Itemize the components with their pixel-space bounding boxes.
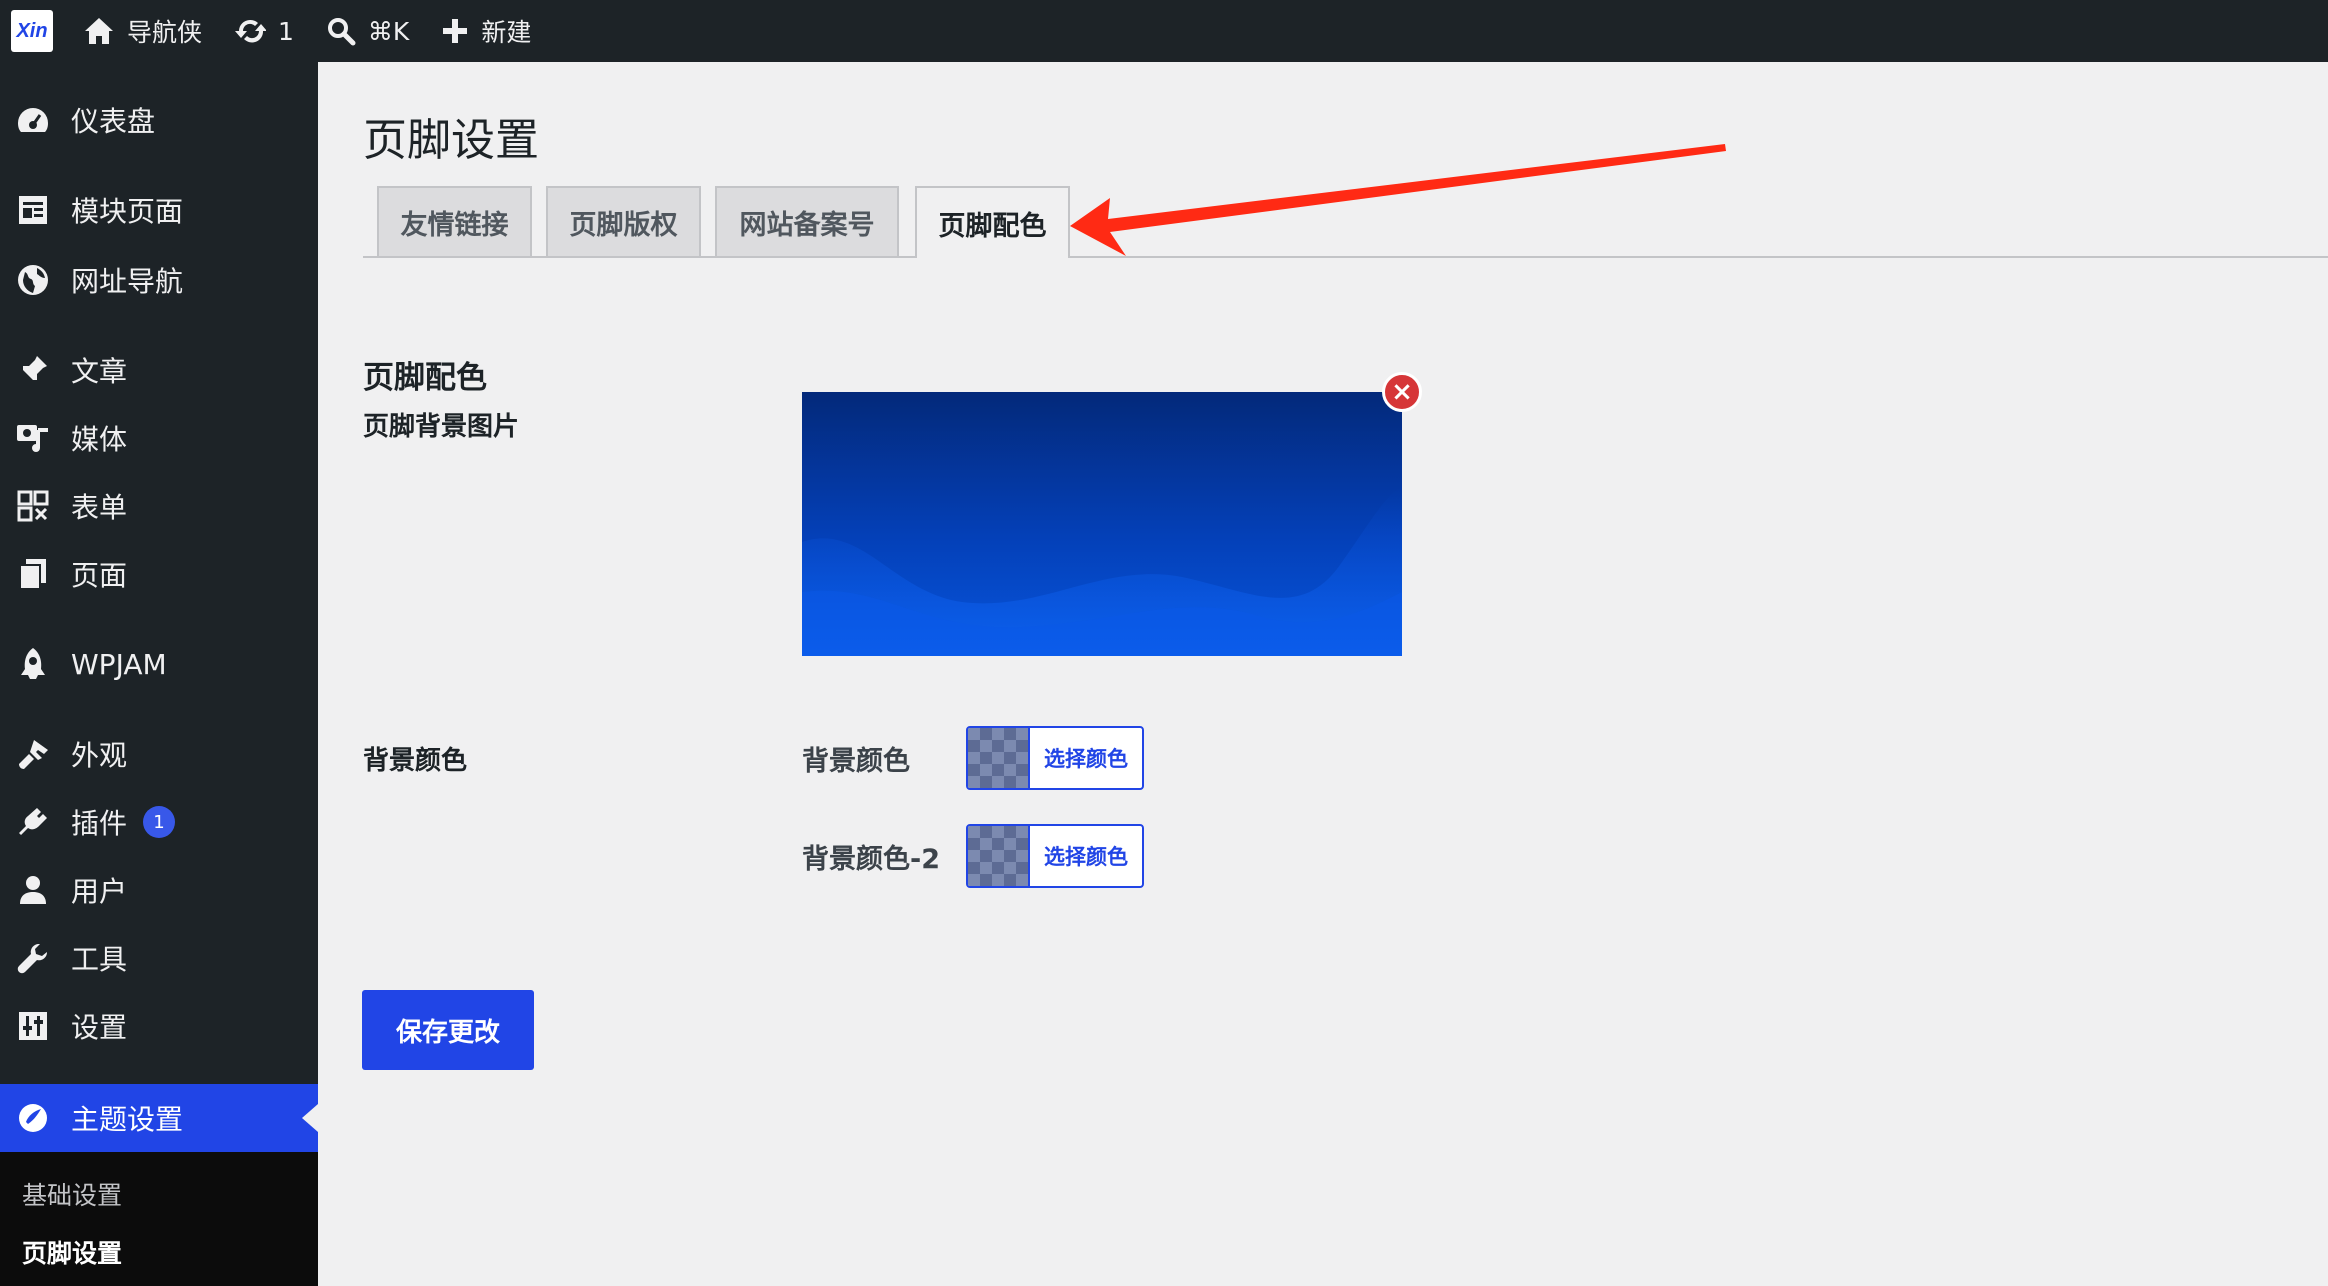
bg-image-label: 页脚背景图片 <box>363 412 520 442</box>
main-content: 页脚设置 友情链接 页脚版权 网站备案号 页脚配色 页脚配色 页脚背景图片 × … <box>318 62 2328 1286</box>
select-color-button[interactable]: 选择颜色 <box>1030 728 1142 788</box>
menu-url-nav[interactable]: 网址导航 <box>0 246 318 314</box>
wrench-icon <box>15 940 51 976</box>
menu-label: 插件 <box>71 807 128 840</box>
menu-label: 设置 <box>71 1011 128 1044</box>
bg-color-2-picker[interactable]: 选择颜色 <box>966 824 1144 888</box>
search-shortcut-label: ⌘K <box>367 16 410 46</box>
module-page-icon <box>15 192 51 228</box>
rocket-icon <box>15 646 51 682</box>
tab-footer-colors[interactable]: 页脚配色 <box>915 186 1070 258</box>
color-row-label: 背景颜色-2 <box>802 843 940 875</box>
plus-icon <box>443 19 468 43</box>
settings-icon <box>15 1008 51 1044</box>
section-title: 页脚配色 <box>363 360 487 396</box>
save-changes-button[interactable]: 保存更改 <box>362 990 534 1070</box>
search-icon <box>327 18 356 46</box>
tab-divider <box>363 256 2328 258</box>
menu-label: 用户 <box>71 875 128 908</box>
menu-plugins[interactable]: 插件 1 <box>0 788 318 856</box>
site-logo[interactable]: Xin <box>11 10 53 52</box>
footer-bg-image-preview[interactable] <box>802 392 1402 656</box>
bg-color-picker[interactable]: 选择颜色 <box>966 726 1144 790</box>
remove-image-button[interactable]: × <box>1382 372 1422 412</box>
menu-appearance[interactable]: 外观 <box>0 720 318 788</box>
menu-dashboard[interactable]: 仪表盘 <box>0 86 318 154</box>
plugin-update-badge: 1 <box>143 806 176 838</box>
page-icon <box>15 556 51 592</box>
menu-label: 主题设置 <box>71 1103 184 1136</box>
tab-footer-copyright[interactable]: 页脚版权 <box>546 186 701 256</box>
brush-icon <box>15 736 51 772</box>
menu-module-page[interactable]: 模块页面 <box>0 176 318 244</box>
site-home-link[interactable]: 导航侠 <box>83 0 202 62</box>
tab-friend-links[interactable]: 友情链接 <box>377 186 532 256</box>
menu-label: 工具 <box>71 943 128 976</box>
menu-label: 仪表盘 <box>71 105 156 138</box>
menu-label: 文章 <box>71 355 128 388</box>
menu-label: 表单 <box>71 491 128 524</box>
menu-forms[interactable]: 表单 <box>0 472 318 540</box>
menu-label: WPJAM <box>71 647 167 681</box>
submenu-basic-settings[interactable]: 基础设置 <box>22 1176 122 1212</box>
updates-count: 1 <box>278 16 294 46</box>
menu-label: 网址导航 <box>71 265 184 298</box>
color-row-2: 背景颜色-2 选择颜色 <box>802 824 1144 888</box>
menu-users[interactable]: 用户 <box>0 856 318 924</box>
new-label: 新建 <box>481 18 532 47</box>
bg-color-label: 背景颜色 <box>363 746 468 776</box>
home-icon <box>85 18 113 44</box>
color-swatch[interactable] <box>968 728 1030 788</box>
select-color-button[interactable]: 选择颜色 <box>1030 826 1142 886</box>
globe-icon <box>15 262 51 298</box>
page-title: 页脚设置 <box>363 115 539 166</box>
menu-wpjam[interactable]: WPJAM <box>0 630 318 698</box>
media-icon <box>15 420 51 456</box>
plugin-icon <box>15 804 51 840</box>
menu-settings[interactable]: 设置 <box>0 992 318 1060</box>
submenu-footer-settings[interactable]: 页脚设置 <box>22 1234 122 1270</box>
dashboard-icon <box>15 102 51 138</box>
menu-label: 外观 <box>71 739 128 772</box>
menu-label: 模块页面 <box>71 195 184 228</box>
menu-label: 页面 <box>71 559 128 592</box>
form-icon <box>15 488 51 524</box>
menu-posts[interactable]: 文章 <box>0 336 318 404</box>
search-shortcut[interactable]: ⌘K <box>326 0 409 62</box>
color-swatch[interactable] <box>968 826 1030 886</box>
admin-bar: Xin 导航侠 1 ⌘K 新建 <box>0 0 2328 62</box>
refresh-icon <box>235 19 267 43</box>
close-icon: × <box>1391 377 1413 407</box>
pin-icon <box>15 352 51 388</box>
tab-icp-number[interactable]: 网站备案号 <box>715 186 899 256</box>
menu-label: 媒体 <box>71 423 128 456</box>
admin-sidebar: 仪表盘 模块页面 网址导航 文章 媒体 表单 页面 WPJAM 外观 插件 1 … <box>0 62 318 1286</box>
theme-submenu: 基础设置 页脚设置 <box>0 1152 318 1286</box>
color-row-label: 背景颜色 <box>802 745 910 777</box>
site-name: 导航侠 <box>127 18 203 47</box>
menu-theme-settings[interactable]: 主题设置 <box>0 1084 318 1152</box>
updates-link[interactable]: 1 <box>234 0 294 62</box>
color-row-1: 背景颜色 选择颜色 <box>802 726 1144 790</box>
theme-icon <box>15 1100 51 1136</box>
menu-tools[interactable]: 工具 <box>0 924 318 992</box>
user-icon <box>15 872 51 908</box>
menu-pages[interactable]: 页面 <box>0 540 318 608</box>
new-content-link[interactable]: 新建 <box>441 0 531 62</box>
menu-media[interactable]: 媒体 <box>0 404 318 472</box>
